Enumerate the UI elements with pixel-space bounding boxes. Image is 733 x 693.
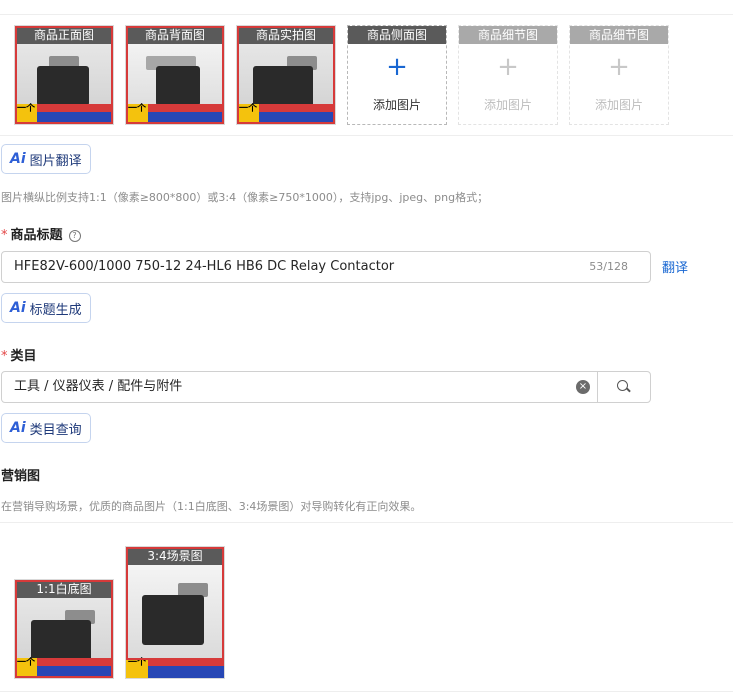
plus-icon: +	[497, 52, 519, 82]
plus-icon: +	[608, 52, 630, 82]
category-query-button[interactable]: Ai 类目查询	[1, 413, 91, 443]
clear-icon[interactable]: ×	[576, 380, 590, 394]
relay-photo: 一个	[15, 44, 113, 124]
image-caption: 商品正面图	[15, 26, 113, 44]
add-image-label: 添加图片	[483, 98, 532, 112]
add-image-label: 添加图片	[372, 98, 421, 112]
category-search-button[interactable]	[597, 372, 650, 402]
product-image-back[interactable]: 商品背面图 一个	[125, 25, 225, 125]
add-image-label: 添加图片	[594, 98, 643, 112]
image-caption: 商品细节图	[459, 26, 557, 44]
image-caption: 商品侧面图	[348, 26, 446, 44]
relay-photo: 一个	[237, 44, 335, 124]
title-label: * 商品标题?	[1, 224, 81, 243]
image-caption: 商品实拍图	[237, 26, 335, 44]
marketing-image-square[interactable]: 1:1白底图 一个	[14, 579, 114, 679]
ai-icon: Ai	[10, 300, 26, 316]
image-caption: 商品背面图	[126, 26, 224, 44]
required-mark: *	[1, 228, 8, 243]
marketing-label: 营销图	[1, 469, 41, 484]
help-icon[interactable]: ?	[68, 230, 81, 242]
marketing-image-portrait[interactable]: 3:4场景图 一个	[125, 546, 225, 679]
add-side-image-button[interactable]: 商品侧面图 + 添加图片	[347, 25, 447, 125]
category-select[interactable]: 工具 / 仪器仪表 / 配件与附件 ×	[1, 371, 651, 403]
relay-photo: 一个	[126, 44, 224, 124]
title-input-value: HFE82V-600/1000 750-12 24-HL6 HB6 DC Rel…	[14, 259, 395, 274]
plus-icon: +	[386, 52, 408, 82]
image-translate-button[interactable]: Ai 图片翻译	[1, 144, 91, 174]
title-generate-label: 标题生成	[29, 302, 82, 318]
marketing-hint: 在营销导购场景，优质的商品图片（1:1白底图、3:4场景图）对导购转化有正向效果…	[1, 500, 422, 513]
product-image-strip: 商品正面图 一个 商品背面图 一个 商品实拍图 一个 商品侧面图 + 添加图片 …	[0, 14, 733, 136]
translate-link[interactable]: 翻译	[662, 257, 688, 276]
image-caption: 商品细节图	[570, 26, 668, 44]
title-char-counter: 53/128	[589, 260, 628, 273]
category-label: * 类目	[1, 345, 37, 364]
search-icon	[617, 380, 628, 391]
relay-photo: 一个	[126, 565, 224, 678]
product-image-real[interactable]: 商品实拍图 一个	[236, 25, 336, 125]
relay-photo: 一个	[15, 598, 113, 678]
title-generate-button[interactable]: Ai 标题生成	[1, 293, 91, 323]
title-input[interactable]: HFE82V-600/1000 750-12 24-HL6 HB6 DC Rel…	[1, 251, 651, 283]
category-query-label: 类目查询	[29, 422, 82, 438]
ai-icon: Ai	[10, 420, 26, 436]
marketing-image-area: 1:1白底图 一个 3:4场景图 一个	[0, 522, 733, 692]
add-detail-image-button[interactable]: 商品细节图 + 添加图片	[458, 25, 558, 125]
category-value: 工具 / 仪器仪表 / 配件与附件	[14, 379, 183, 394]
add-detail-image-button-2[interactable]: 商品细节图 + 添加图片	[569, 25, 669, 125]
required-mark: *	[1, 349, 8, 364]
image-caption: 1:1白底图	[15, 580, 113, 598]
image-caption: 3:4场景图	[126, 547, 224, 565]
category-label-text: 类目	[10, 349, 37, 364]
image-translate-label: 图片翻译	[29, 153, 82, 169]
ai-icon: Ai	[10, 151, 26, 167]
title-label-text: 商品标题	[10, 228, 63, 243]
image-format-hint: 图片横纵比例支持1:1（像素≥800*800）或3:4（像素≥750*1000）…	[1, 191, 489, 204]
product-image-front[interactable]: 商品正面图 一个	[14, 25, 114, 125]
